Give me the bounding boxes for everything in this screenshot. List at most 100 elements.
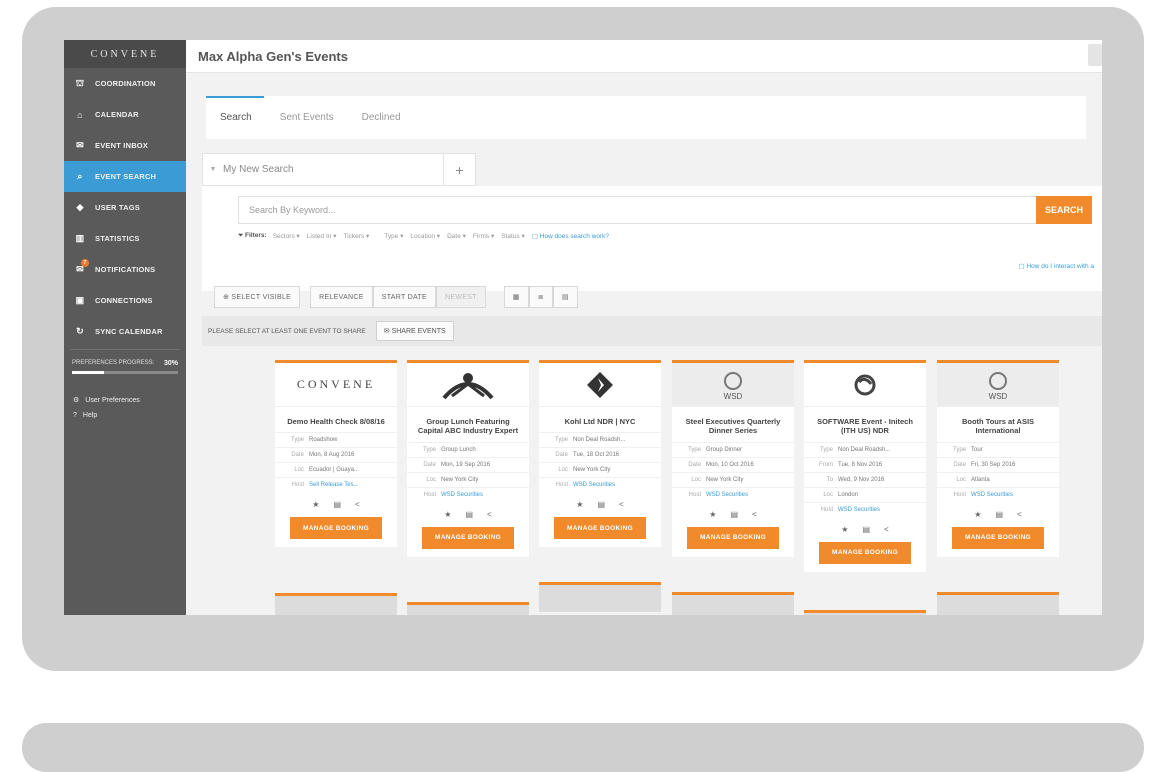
event-detail-row: Date Mon, 8 Aug 2016	[275, 447, 397, 462]
app-logo[interactable]: CONVENE	[64, 40, 186, 68]
star-icon[interactable]: ★	[841, 525, 848, 534]
share-icon[interactable]: <	[1017, 510, 1022, 519]
event-card[interactable]: SOFTWARE Event - Initech (ITH US) NDR Typ…	[804, 360, 926, 572]
sidebar-item-calendar[interactable]: ⌂ CALENDAR	[64, 99, 186, 130]
filter-tickers-dropdown[interactable]: Tickers ▾	[343, 232, 369, 240]
event-card-partial[interactable]	[539, 582, 661, 612]
share-icon[interactable]: <	[884, 525, 889, 534]
event-title[interactable]: Booth Tours at ASIS International	[937, 407, 1059, 442]
search-help-link[interactable]: ▢ How does search work?	[532, 232, 609, 240]
event-card-partial[interactable]	[672, 592, 794, 615]
calendar-icon[interactable]: ▤	[862, 525, 870, 534]
filter-firms-dropdown[interactable]: Firms ▾	[473, 232, 494, 240]
manage-booking-button[interactable]: MANAGE BOOKING	[952, 526, 1044, 549]
sidebar-item-notifications[interactable]: ✉ 7 NOTIFICATIONS	[64, 254, 186, 285]
manage-booking-button[interactable]: MANAGE BOOKING	[422, 526, 514, 549]
calendar-icon[interactable]: ▤	[333, 500, 341, 509]
filter-date-dropdown[interactable]: Date ▾	[447, 232, 466, 240]
star-icon[interactable]: ★	[974, 510, 981, 519]
star-icon[interactable]: ★	[576, 500, 583, 509]
star-icon[interactable]: ★	[312, 500, 319, 509]
sidebar-item-coordination[interactable]: ⛫ COORDINATION	[64, 68, 186, 99]
host-link[interactable]: WSD Securities	[838, 507, 880, 513]
search-button[interactable]: SEARCH	[1036, 196, 1092, 224]
event-card[interactable]: Kohl Ltd NDR | NYC Type Non Deal Roadsh...…	[539, 360, 661, 548]
calendar-view-icon[interactable]: ▤	[552, 286, 578, 308]
host-link[interactable]: Sell Release Tes...	[309, 482, 359, 488]
manage-booking-button[interactable]: MANAGE BOOKING	[290, 517, 382, 540]
event-card-partial[interactable]	[804, 610, 926, 615]
filter-listed-in-dropdown[interactable]: Listed In ▾	[307, 232, 337, 240]
grid-view-icon[interactable]: ▦	[503, 286, 529, 308]
tab-declined[interactable]: Declined	[348, 96, 415, 139]
sort-relevance-button[interactable]: RELEVANCE	[310, 286, 373, 308]
chevron-down-icon: ▾	[519, 233, 525, 240]
calendar-icon[interactable]: ▤	[730, 510, 738, 519]
host-link[interactable]: WSD Securities	[971, 492, 1013, 498]
select-visible-button[interactable]: ⊕ SELECT VISIBLE	[214, 286, 301, 308]
event-title[interactable]: Kohl Ltd NDR | NYC	[539, 407, 661, 432]
host-link[interactable]: WSD Securities	[706, 492, 748, 498]
sidebar-item-statistics[interactable]: ▥ STATISTICS	[64, 223, 186, 254]
share-icon[interactable]: <	[355, 500, 360, 509]
filter-sectors-dropdown[interactable]: Sectors ▾	[273, 232, 300, 240]
keyword-search-input[interactable]: Search By Keyword...	[238, 196, 1038, 224]
tab-search[interactable]: Search	[206, 96, 266, 139]
event-card-partial[interactable]	[937, 592, 1059, 615]
filter-status-dropdown[interactable]: Status ▾	[501, 232, 525, 240]
calendar-icon[interactable]: ▤	[995, 510, 1003, 519]
manage-booking-button[interactable]: MANAGE BOOKING	[819, 541, 911, 564]
interact-help-link[interactable]: ▢ How do I interact with a	[1018, 262, 1094, 270]
event-card-partial[interactable]	[407, 602, 529, 615]
search-help-text: How does search work?	[539, 233, 610, 240]
notification-badge: 7	[81, 259, 89, 267]
sidebar-item-user-tags[interactable]: ◆ USER TAGS	[64, 192, 186, 223]
manage-booking-button[interactable]: MANAGE BOOKING	[687, 526, 779, 549]
calendar-icon[interactable]: ▤	[597, 500, 605, 509]
manage-booking-button[interactable]: MANAGE BOOKING	[554, 517, 646, 540]
event-card[interactable]: CONVENE Demo Health Check 8/08/16 Type Road…	[275, 360, 397, 548]
event-card[interactable]: WSD Steel Executives Quarterly Dinner Ser…	[672, 360, 794, 557]
event-title[interactable]: Steel Executives Quarterly Dinner Series	[672, 407, 794, 442]
user-preferences-link[interactable]: ⚙ User Preferences	[64, 392, 186, 408]
list-view-icon[interactable]: ≣	[528, 286, 553, 308]
sidebar-item-event-inbox[interactable]: ✉ EVENT INBOX	[64, 130, 186, 161]
sort-newest-button[interactable]: NEWEST	[436, 286, 486, 308]
scrollbar[interactable]	[1088, 44, 1102, 66]
saved-search-tab[interactable]: ▼ My New Search +	[202, 153, 476, 186]
star-icon[interactable]: ★	[709, 510, 716, 519]
event-title[interactable]: Demo Health Check 8/08/16	[275, 407, 397, 432]
event-card[interactable]: WSD Booth Tours at ASIS International Type…	[937, 360, 1059, 557]
card-actions: ★ ▤ <	[672, 502, 794, 525]
share-icon[interactable]: <	[487, 510, 492, 519]
select-visible-label: SELECT VISIBLE	[231, 293, 292, 301]
share-icon[interactable]: <	[752, 510, 757, 519]
sidebar-item-label: COORDINATION	[95, 79, 156, 88]
card-actions: ★ ▤ <	[937, 502, 1059, 525]
tab-sent-events[interactable]: Sent Events	[266, 96, 348, 139]
detail-value: Non Deal Roadsh...	[573, 437, 626, 444]
host-link[interactable]: WSD Securities	[573, 482, 615, 488]
event-card-partial[interactable]	[275, 593, 397, 615]
help-link[interactable]: ? Help	[64, 408, 186, 423]
event-card[interactable]: Group Lunch Featuring Capital ABC Indust…	[407, 360, 529, 557]
event-logo: WSD	[937, 363, 1059, 407]
share-events-button[interactable]: ✉ SHARE EVENTS	[375, 321, 454, 341]
star-icon[interactable]: ★	[444, 510, 451, 519]
detail-key: Date	[291, 452, 304, 459]
event-title[interactable]: Group Lunch Featuring Capital ABC Indust…	[407, 407, 529, 442]
filter-location-dropdown[interactable]: Location ▾	[410, 232, 440, 240]
add-search-button[interactable]: +	[443, 154, 475, 185]
host-link[interactable]: WSD Securities	[441, 492, 483, 498]
sidebar-item-event-search[interactable]: ⌕ EVENT SEARCH	[64, 161, 186, 192]
sidebar-item-connections[interactable]: ▣ CONNECTIONS	[64, 285, 186, 316]
sidebar-item-sync-calendar[interactable]: ↻ SYNC CALENDAR	[64, 316, 186, 347]
chevron-down-icon[interactable]: ▼	[203, 166, 223, 173]
sort-start-date-button[interactable]: START DATE	[372, 286, 437, 308]
event-title[interactable]: SOFTWARE Event - Initech (ITH US) NDR	[804, 407, 926, 442]
event-logo: WSD	[672, 363, 794, 407]
detail-value: New York City	[706, 476, 744, 483]
calendar-icon[interactable]: ▤	[465, 510, 473, 519]
filter-type-dropdown[interactable]: Type ▾	[384, 232, 403, 240]
share-icon[interactable]: <	[619, 500, 624, 509]
